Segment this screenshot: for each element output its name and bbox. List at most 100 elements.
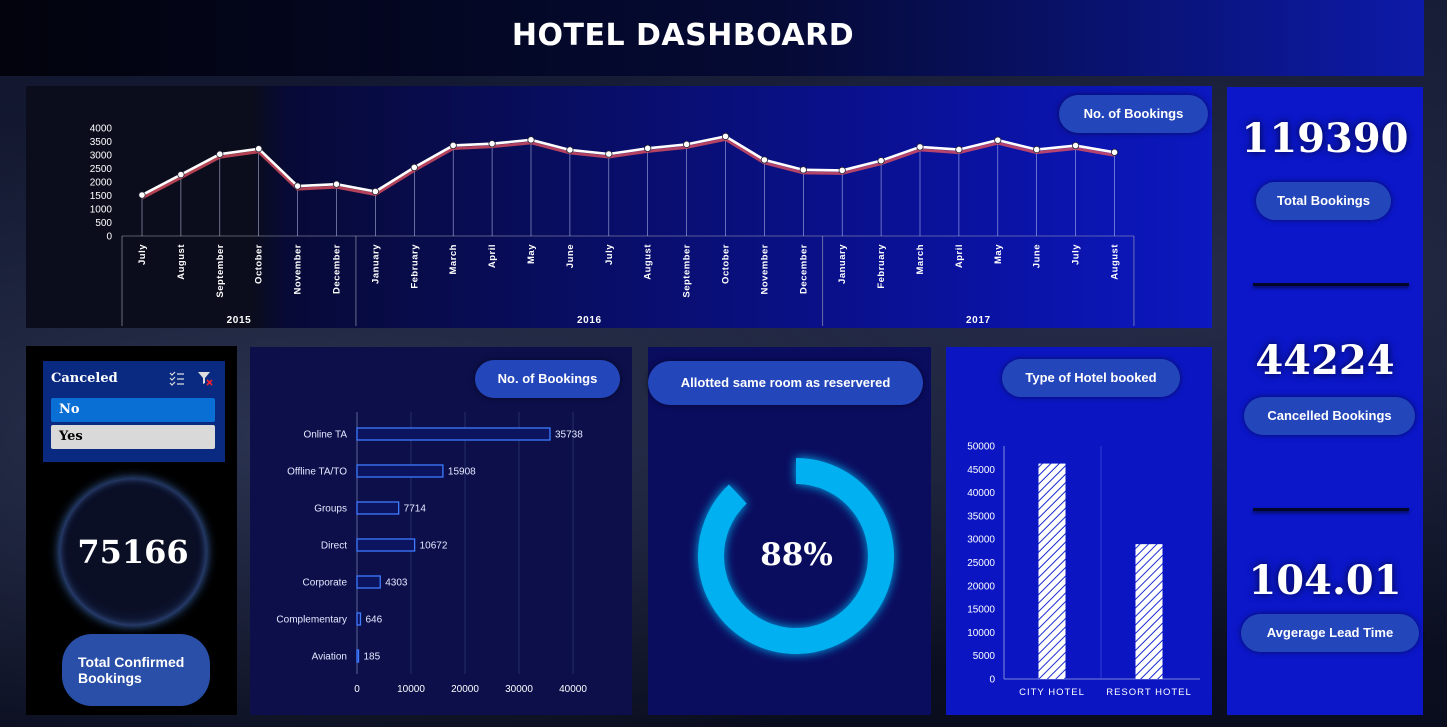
data-point [138,191,146,199]
x-tick-label: January [837,244,848,284]
x-tick-label: January [370,244,381,284]
data-point [955,145,963,154]
slicer-item-label: No [59,402,80,417]
data-point [799,166,807,174]
segment-chart-title: No. of Bookings [497,370,598,386]
kpi-separator [1253,283,1409,286]
bar [1038,463,1066,679]
data-point [488,140,496,148]
data-label: 4303 [385,578,408,589]
x-tick-label: CITY HOTEL [1019,687,1085,698]
data-point [566,146,574,154]
y-tick-label: 0 [106,232,112,243]
donut-title: Allotted same room as reservered [680,374,891,390]
hotel-type-bar-chart: 0 5000 10000 15000 20000 25000 30000 35000 40000… [967,442,1200,698]
x-tick-label: July [137,244,148,265]
clear-filter-icon[interactable] [197,370,213,386]
cancelled-bookings-label: Cancelled Bookings [1267,407,1392,423]
y-tick-label: 50000 [967,442,995,453]
data-point [293,182,302,190]
y-tick-label: 2000 [90,178,113,189]
x-tick-label: May [526,244,537,264]
data-point [877,157,885,165]
data-point [255,145,263,153]
data-point [1110,148,1119,156]
y-tick-label: 10000 [967,628,995,639]
data-point [682,140,691,148]
year-group-label: 2017 [966,315,991,326]
canceled-slicer: Canceled No Yes [43,361,225,462]
y-tick-label: 1500 [90,191,113,202]
y-tick-label: 35000 [967,511,995,522]
y-tick-label: 4000 [90,124,113,135]
x-tick-label: November [293,244,304,294]
y-tick-label: 40000 [967,488,995,499]
x-tick-label: RESORT HOTEL [1106,687,1192,698]
x-tick-label: August [643,244,654,280]
bar [356,612,362,626]
data-point [332,180,341,188]
canceled-slicer-panel: Canceled No Yes 75166 Total Confirmed Bo… [26,346,237,715]
x-tick-label: October [254,244,265,284]
y-tick-label: 2500 [90,164,113,175]
bar [356,501,400,515]
total-bookings-value: 119390 [1241,115,1409,162]
x-tick-label: November [759,244,770,294]
x-tick-label: June [565,244,576,268]
data-point [721,132,730,140]
lead-time-value: 104.01 [1248,557,1402,604]
x-tick-label: March [915,244,926,274]
x-tick-label: April [954,244,965,268]
confirmed-bookings-pill: Total Confirmed Bookings [62,634,210,706]
kpi-panel: 119390 Total Bookings 44224 Cancelled Bo… [1227,87,1423,715]
x-tick-label: 0 [354,684,360,695]
data-label: 15908 [448,467,476,478]
series-line [141,134,1115,197]
x-tick-label: October [721,244,732,284]
bar [356,538,416,552]
confirmed-bookings-circle: 75166 [59,478,207,626]
header: HOTEL DASHBOARD [0,0,1424,76]
slicer-item-no[interactable]: No [51,398,215,422]
x-tick-label: December [332,244,343,294]
y-tick-label: 15000 [967,605,995,616]
data-point [1033,145,1041,154]
x-tick-label: July [604,244,615,265]
data-point [177,171,185,179]
y-tick-label: Corporate [303,578,348,589]
slicer-title: Canceled [51,371,118,386]
y-tick-label: 30000 [967,535,995,546]
y-tick-label: 1000 [90,205,113,216]
data-label: 35738 [555,430,583,441]
bookings-line-chart-panel: 0 500 1000 1500 2000 2500 3000 3500 4000 July Augu… [26,86,1212,328]
y-tick-label: 500 [95,218,112,229]
y-tick-label: 45000 [967,465,995,476]
line-chart-title: No. of Bookings [1083,105,1184,121]
data-point [994,136,1002,144]
x-tick-label: December [798,244,809,294]
data-point [371,187,379,196]
segment-chart-title-pill: No. of Bookings [475,360,620,398]
cancelled-bookings-value: 44224 [1255,337,1395,384]
y-tick-label: Online TA [303,430,347,441]
x-tick-label: 20000 [451,684,479,695]
data-point [760,156,769,164]
data-point [216,150,224,158]
year-group-label: 2015 [227,315,252,326]
hotel-type-chart-panel: 0 5000 10000 15000 20000 25000 30000 35000 40000… [946,347,1212,715]
slicer-item-yes[interactable]: Yes [51,425,215,449]
data-point [916,143,924,151]
x-tick-label: August [1110,244,1121,280]
year-group-label: 2016 [577,315,602,326]
hotel-chart-title-pill: Type of Hotel booked [1002,359,1180,397]
confirmed-bookings-label: Total Confirmed Bookings [78,653,185,686]
y-tick-label: Aviation [312,652,347,663]
page-title: HOTEL DASHBOARD [511,18,855,53]
x-tick-label: September [682,244,693,298]
data-label: 10672 [420,541,448,552]
kpi-separator [1253,508,1409,511]
multi-select-icon[interactable] [169,370,185,386]
y-tick-label: 3500 [90,137,113,148]
data-point [1072,141,1080,150]
y-tick-label: Groups [314,504,347,515]
